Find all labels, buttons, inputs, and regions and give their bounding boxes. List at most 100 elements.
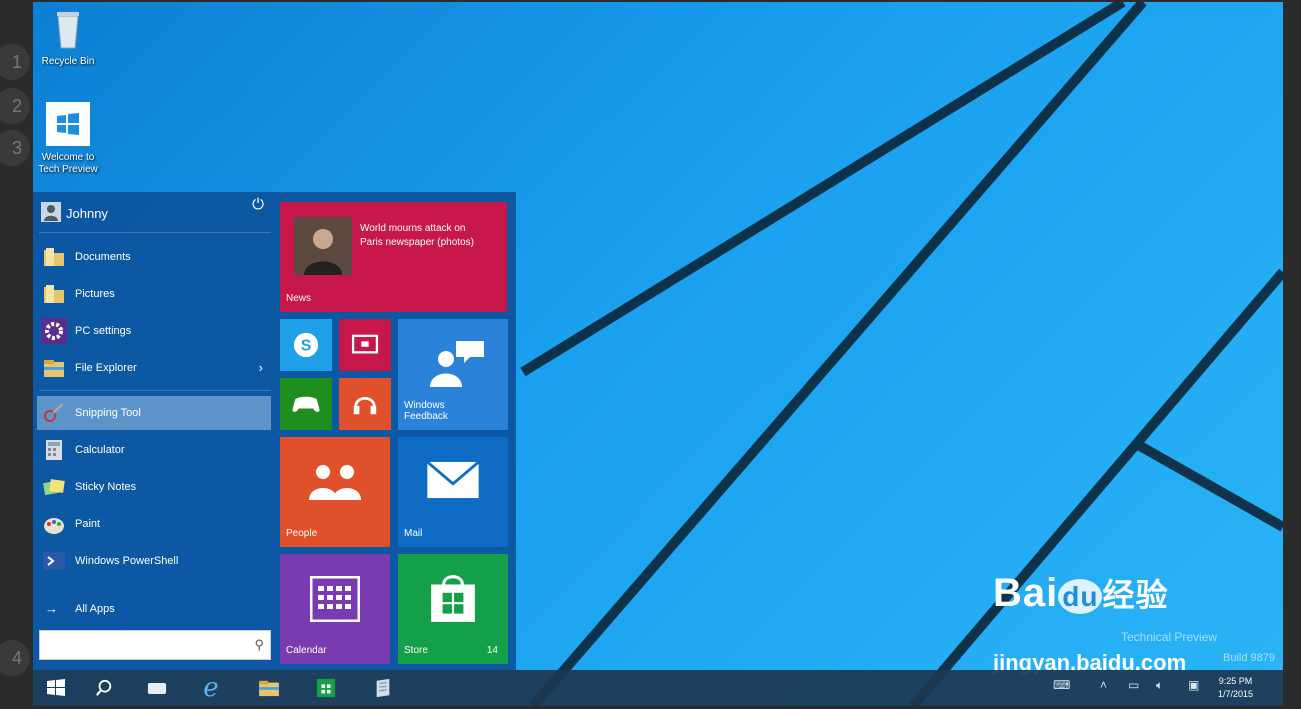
search-icon[interactable]: ⚲ [254,637,264,653]
divider [39,232,271,233]
action-center-icon[interactable]: ▣ [1188,678,1199,692]
all-apps-label: All Apps [75,603,115,615]
store-bag-icon [316,678,336,698]
search-box[interactable]: ⚲ [39,630,271,660]
sticky-notes-icon [43,479,65,496]
video-frame: 1 2 3 4 Recycle Bin Welcome to Tech Prev… [0,0,1301,709]
menu-item-label: Pictures [75,288,115,300]
baidu-logo-text: Bai [993,571,1059,615]
music-tile[interactable] [339,378,391,430]
chevron-right-icon[interactable]: › [259,360,263,375]
game-controller-icon [292,396,320,412]
windows-logo-icon [46,102,90,146]
skype-icon: S [293,332,319,358]
menu-item-label: Windows PowerShell [75,555,179,567]
task-view-icon [147,682,167,694]
video-icon [351,334,379,354]
menu-item-snipping-tool[interactable]: Snipping Tool [37,396,271,430]
menu-item-label: Calculator [75,444,125,456]
baidu-watermark: Bai du 经验 jingyan.baidu.com [993,570,1186,675]
step-number: 2 [0,88,30,124]
people-icon [309,465,361,500]
step-number: 4 [0,640,30,676]
store-tile[interactable]: Store 14 [398,554,508,664]
store-badge: 14 [486,645,498,656]
task-view-button[interactable] [140,674,174,702]
news-photo [294,217,352,275]
baidu-cn-text: 经验 [1102,577,1169,613]
welcome-shortcut[interactable]: Welcome to Tech Preview [33,102,103,176]
tile-label: Windows Feedback [404,400,448,422]
tile-label: Store [404,645,428,656]
headphones-icon [353,397,377,415]
games-tile[interactable] [280,378,332,430]
volume-icon[interactable]: 🔈︎ [1156,678,1163,693]
menu-item-label: Paint [75,518,101,530]
news-headline: World mourns attack on Paris newspaper (… [360,223,474,248]
system-tray: ⌨ ˄ ▭ 🔈︎ ▣ [1048,676,1228,700]
menu-item-documents[interactable]: Documents [37,240,271,274]
desktop[interactable]: Recycle Bin Welcome to Tech Preview John… [33,2,1283,706]
people-tile[interactable]: People [280,437,390,547]
menu-item-label: Sticky Notes [75,481,137,493]
calendar-icon [310,576,360,622]
menu-item-label: Snipping Tool [75,407,141,419]
power-icon: ⏻ [252,196,264,213]
menu-item-calculator[interactable]: Calculator [37,433,271,467]
tile-label: People [286,528,318,539]
menu-item-pictures[interactable]: Pictures [37,277,271,311]
tile-label: Mail [404,528,423,539]
menu-item-label: PC settings [75,325,132,337]
recycle-bin-label: Recycle Bin [41,56,95,67]
clock[interactable]: 9:25 PM 1/7/2015 [1218,675,1253,701]
menu-item-pc-settings[interactable]: PC settings [37,314,271,348]
calendar-tile[interactable]: Calendar [280,554,390,664]
file-explorer-icon [44,360,64,377]
taskbar: e ⌨ ˄ ▭ 🔈︎ ▣ 9:25 PM 1/7/2015 [33,670,1283,706]
recycle-bin-shortcut[interactable]: Recycle Bin [33,8,103,68]
menu-item-paint[interactable]: Paint [37,507,271,541]
file-explorer-taskbar-button[interactable] [252,674,286,702]
windows-feedback-tile[interactable]: Windows Feedback [398,319,508,430]
skype-tile[interactable]: S [280,319,332,371]
keyboard-icon[interactable]: ⌨ [1053,678,1070,692]
preview-watermark: Technical Preview [1121,630,1218,644]
snipping-tool-icon [44,403,64,422]
divider [39,390,271,391]
tile-label: Calendar [286,645,327,656]
gear-icon [41,318,67,344]
video-tile[interactable] [339,319,391,371]
start-menu: Johnny ⏻ Documents Pictures PC settings … [33,192,516,670]
mail-icon [426,461,480,499]
all-apps-button[interactable]: → All Apps [37,592,271,626]
search-input[interactable] [40,631,240,659]
menu-item-label: File Explorer [75,362,137,374]
menu-item-sticky-notes[interactable]: Sticky Notes [37,470,271,504]
mail-tile[interactable]: Mail [398,437,508,547]
svg-text:S: S [301,338,312,355]
start-button[interactable] [39,674,73,702]
app-taskbar-button[interactable] [366,674,400,702]
search-button[interactable] [87,674,121,702]
user-account-button[interactable]: Johnny [41,200,271,226]
store-taskbar-button[interactable] [309,674,343,702]
network-icon[interactable]: ▭ [1128,678,1139,692]
menu-item-powershell[interactable]: Windows PowerShell [37,544,271,578]
calculator-icon [46,440,62,460]
build-watermark: Build 9879 [1223,652,1275,664]
chevron-up-icon[interactable]: ˄ [1100,678,1107,692]
document-app-icon [376,678,390,698]
baidu-paw-icon: du [1058,579,1103,614]
paint-icon [44,518,64,534]
news-tile[interactable]: World mourns attack on Paris newspaper (… [280,202,507,312]
windows-logo-icon [47,679,65,696]
clock-date: 1/7/2015 [1218,689,1254,699]
feedback-people-icon [430,341,484,387]
internet-explorer-button[interactable]: e [194,673,228,703]
file-explorer-icon [259,680,279,697]
store-bag-icon [431,575,475,622]
menu-item-file-explorer[interactable]: File Explorer › [37,351,271,385]
power-button[interactable]: ⏻ [249,196,267,214]
arrow-right-icon: → [45,601,58,616]
step-number: 3 [0,130,30,166]
